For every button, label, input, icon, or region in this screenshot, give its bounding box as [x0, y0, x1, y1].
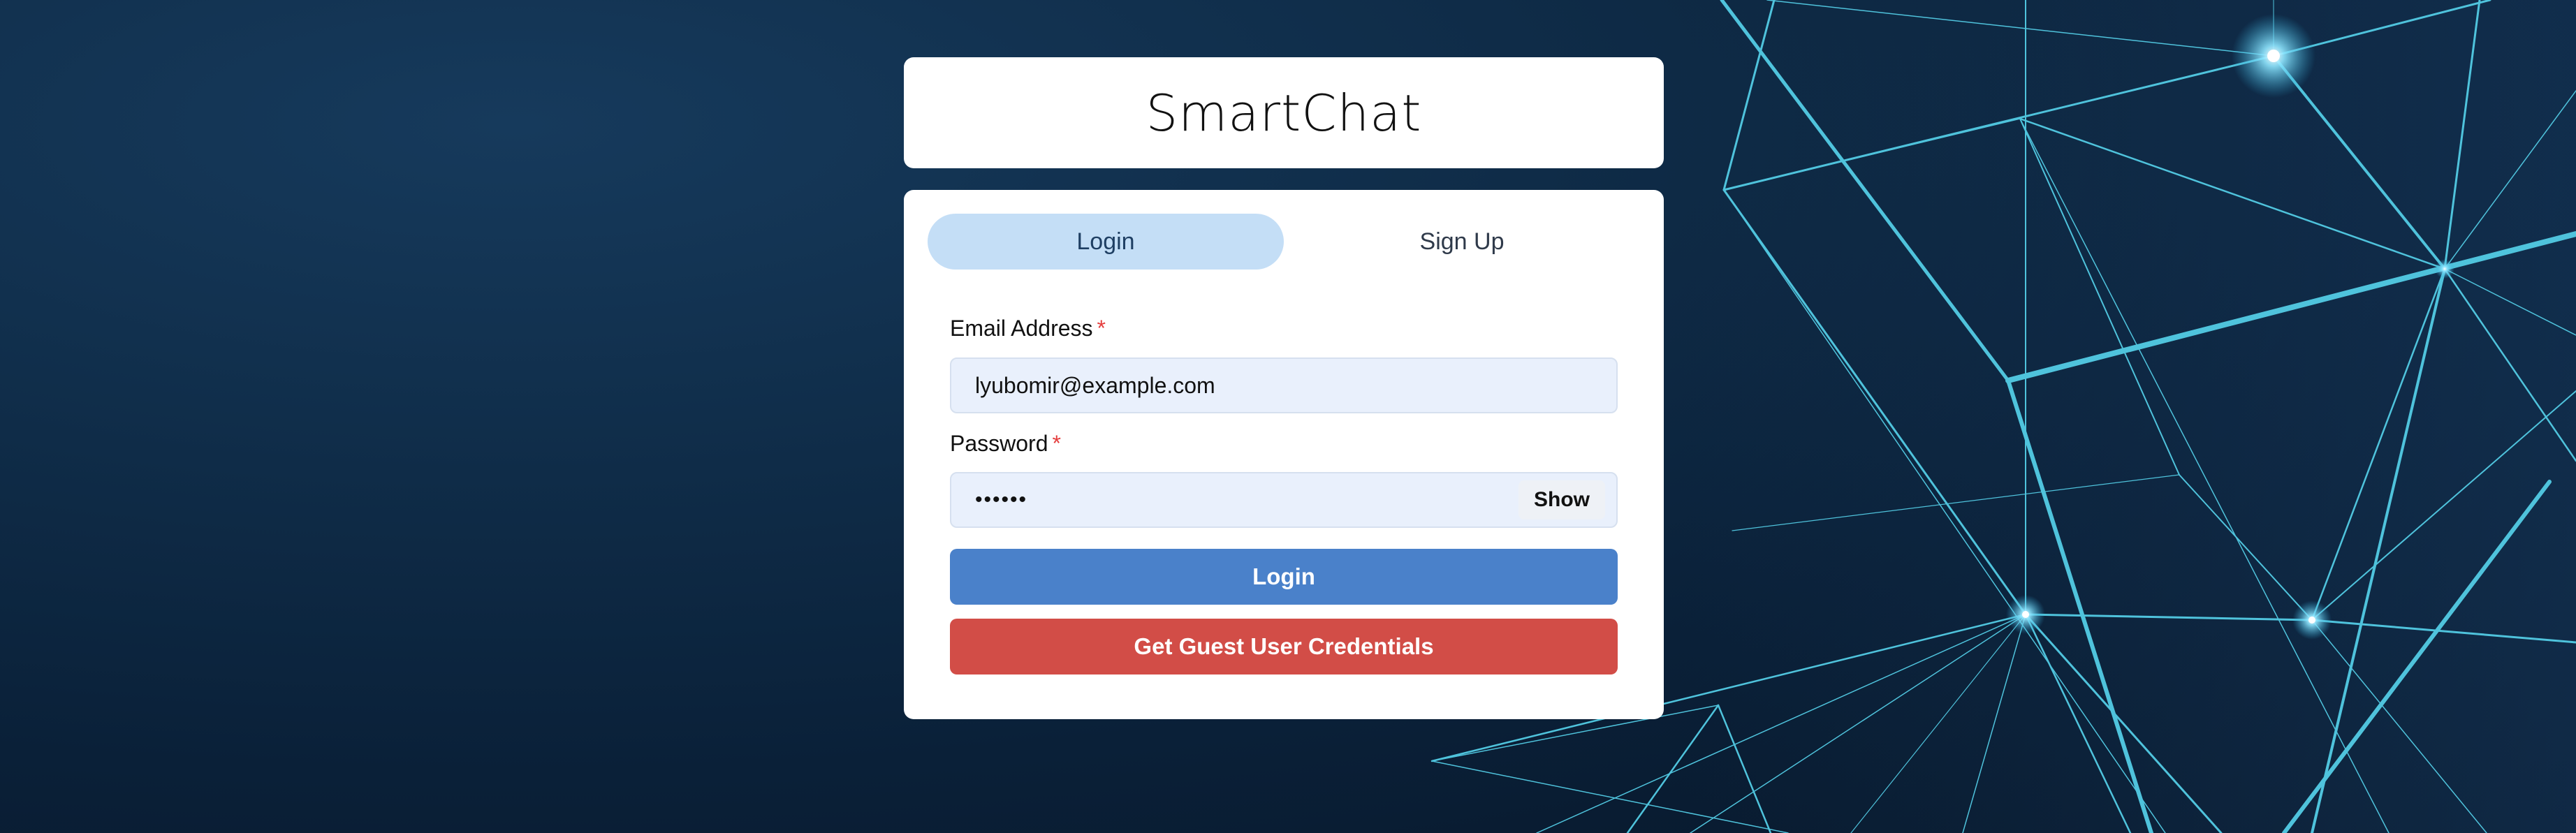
auth-container: SmartChat Login Sign Up Email Address * l… — [904, 57, 1664, 719]
password-field[interactable]: •••••• Show — [950, 472, 1618, 528]
tab-login-label: Login — [1076, 228, 1135, 255]
app-title: SmartChat — [1146, 83, 1422, 142]
email-required-marker: * — [1097, 316, 1106, 341]
email-value: lyubomir@example.com — [975, 372, 1215, 398]
auth-form-card: Login Sign Up Email Address * lyubomir@ex… — [904, 190, 1664, 719]
password-label-text: Password — [950, 431, 1048, 456]
show-password-button[interactable]: Show — [1518, 480, 1605, 519]
email-label: Email Address * — [950, 316, 1106, 341]
auth-tabs: Login Sign Up — [928, 214, 1640, 270]
email-field[interactable]: lyubomir@example.com — [950, 357, 1618, 413]
tab-sign-up-label: Sign Up — [1419, 228, 1505, 255]
app-title-card: SmartChat — [904, 57, 1664, 168]
email-label-text: Email Address — [950, 316, 1093, 341]
password-required-marker: * — [1052, 431, 1061, 456]
login-button[interactable]: Login — [950, 549, 1618, 605]
tab-sign-up[interactable]: Sign Up — [1284, 214, 1640, 270]
password-value: •••••• — [975, 488, 1028, 511]
tab-login[interactable]: Login — [928, 214, 1284, 270]
guest-credentials-button[interactable]: Get Guest User Credentials — [950, 619, 1618, 674]
password-label: Password * — [950, 431, 1061, 457]
